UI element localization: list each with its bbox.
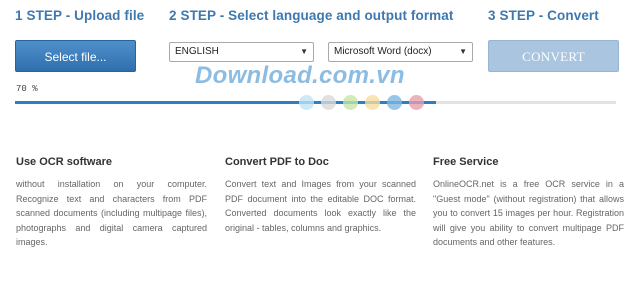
feature-title-ocr: Use OCR software — [16, 156, 112, 168]
feature-text-free-service: OnlineOCR.net is a free OCR service in a… — [433, 179, 624, 248]
step3-title: 3 STEP - Convert — [488, 8, 599, 23]
step2-title: 2 STEP - Select language and output form… — [169, 8, 454, 23]
watermark-dot — [409, 95, 424, 110]
language-select[interactable]: ENGLISH ▼ — [169, 42, 314, 62]
chevron-down-icon: ▼ — [300, 47, 308, 56]
feature-text-pdf-to-doc: Convert text and Images from your scanne… — [225, 179, 416, 233]
watermark-dot — [365, 95, 380, 110]
watermark-dot — [343, 95, 358, 110]
watermark-dot — [321, 95, 336, 110]
feature-title-free-service: Free Service — [433, 156, 499, 168]
convert-button[interactable]: CONVERT — [488, 40, 619, 72]
feature-title-pdf-to-doc: Convert PDF to Doc — [225, 156, 329, 168]
select-file-button[interactable]: Select file... — [15, 40, 136, 72]
language-select-value: ENGLISH — [175, 46, 219, 57]
watermark-logo: Download.com.vn — [195, 62, 405, 89]
watermark-dots — [299, 95, 429, 111]
output-format-select[interactable]: Microsoft Word (docx) ▼ — [328, 42, 473, 62]
watermark-dot — [387, 95, 402, 110]
output-format-select-value: Microsoft Word (docx) — [334, 46, 432, 57]
step1-title: 1 STEP - Upload file — [15, 8, 145, 23]
chevron-down-icon: ▼ — [459, 47, 467, 56]
progress-percentage: 70 % — [16, 84, 38, 94]
watermark-dot — [299, 95, 314, 110]
feature-text-ocr: without installation on your computer. R… — [16, 179, 207, 248]
